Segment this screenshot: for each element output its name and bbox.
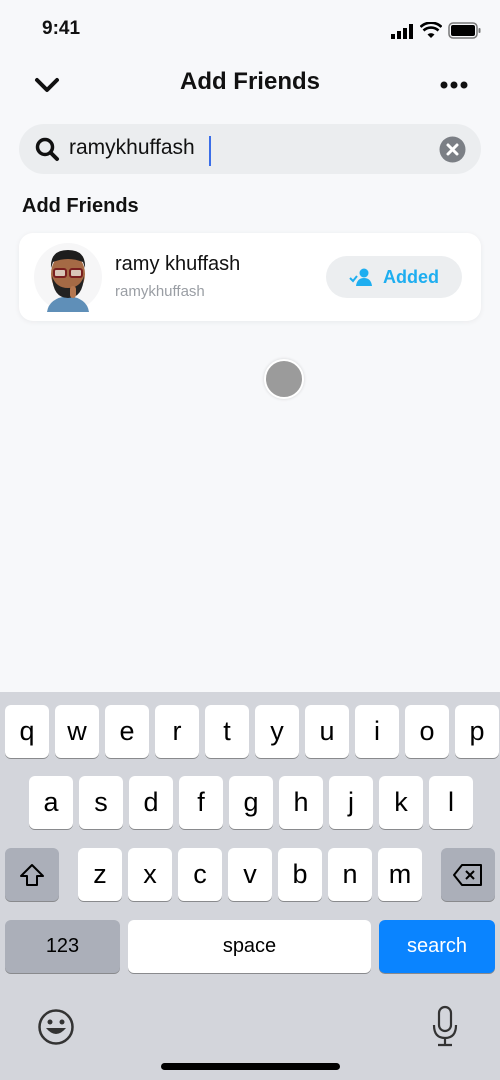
key-a[interactable]: a: [29, 776, 73, 829]
key-e[interactable]: e: [105, 705, 149, 758]
key-v[interactable]: v: [228, 848, 272, 901]
shift-key[interactable]: [5, 848, 59, 901]
key-o[interactable]: o: [405, 705, 449, 758]
added-button[interactable]: Added: [326, 256, 462, 298]
signal-icon: [391, 24, 413, 39]
key-x[interactable]: x: [128, 848, 172, 901]
key-f[interactable]: f: [179, 776, 223, 829]
key-u[interactable]: u: [305, 705, 349, 758]
clear-circle-icon[interactable]: [439, 136, 466, 163]
key-w[interactable]: w: [55, 705, 99, 758]
shift-icon: [20, 863, 44, 886]
space-key[interactable]: space: [128, 920, 371, 973]
added-button-label: Added: [383, 266, 439, 287]
key-h[interactable]: h: [279, 776, 323, 829]
text-cursor: [209, 136, 211, 166]
key-g[interactable]: g: [229, 776, 273, 829]
status-time: 9:41: [42, 18, 81, 39]
key-i[interactable]: i: [355, 705, 399, 758]
key-r[interactable]: r: [155, 705, 199, 758]
key-q[interactable]: q: [5, 705, 49, 758]
key-z[interactable]: z: [78, 848, 122, 901]
bitmoji-avatar: [34, 243, 102, 312]
key-l[interactable]: l: [429, 776, 473, 829]
more-horizontal-icon[interactable]: [440, 80, 468, 90]
search-key[interactable]: search: [379, 920, 495, 973]
emoji-icon[interactable]: [37, 1008, 75, 1046]
key-d[interactable]: d: [129, 776, 173, 829]
key-j[interactable]: j: [329, 776, 373, 829]
keyboard: 123 space search qwertyuiop asdfghjkl zxcv…: [0, 692, 500, 1080]
loading-indicator: [264, 359, 304, 399]
key-s[interactable]: s: [79, 776, 123, 829]
home-indicator: [161, 1063, 340, 1070]
backspace-key[interactable]: [441, 848, 495, 901]
key-n[interactable]: n: [328, 848, 372, 901]
search-bar: [19, 124, 481, 174]
key-p[interactable]: p: [455, 705, 499, 758]
section-title: Add Friends: [22, 195, 139, 217]
user-check-icon: [349, 268, 372, 286]
friend-result-card[interactable]: ramy khuffash ramykhuffash Added: [19, 233, 481, 321]
wifi-icon: [420, 22, 442, 38]
search-input[interactable]: [69, 136, 429, 160]
battery-icon: [448, 22, 481, 39]
backspace-icon: [453, 863, 482, 886]
key-k[interactable]: k: [379, 776, 423, 829]
key-b[interactable]: b: [278, 848, 322, 901]
key-m[interactable]: m: [378, 848, 422, 901]
friend-display-name: ramy khuffash: [115, 253, 241, 275]
page-title: Add Friends: [179, 68, 320, 95]
key-t[interactable]: t: [205, 705, 249, 758]
numbers-key[interactable]: 123: [5, 920, 120, 973]
microphone-icon[interactable]: [430, 1005, 460, 1047]
search-icon: [35, 137, 59, 161]
key-y[interactable]: y: [255, 705, 299, 758]
friend-username: ramykhuffash: [115, 283, 205, 300]
key-c[interactable]: c: [178, 848, 222, 901]
